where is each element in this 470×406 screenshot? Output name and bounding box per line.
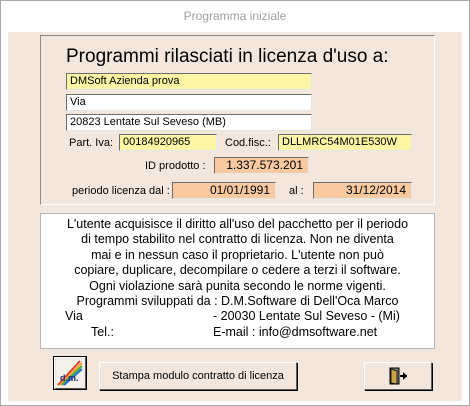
address-field[interactable]: Via — [66, 94, 312, 111]
period-to-field[interactable]: 31/12/2014 — [313, 182, 412, 199]
city-field[interactable]: 20823 Lentate Sul Seveso (MB) — [66, 114, 312, 131]
address-via: Via — [65, 309, 83, 324]
license-line: di tempo stabilito nel contratto di lice… — [81, 232, 394, 247]
window-title: Programma iniziale — [1, 1, 469, 31]
developer-contact-row: Tel.: E-mail : info@dmsoftware.net — [41, 325, 434, 340]
dialog-client-area: Programmi rilasciati in licenza d'uso a:… — [8, 32, 462, 401]
dmsoft-logo-icon: d.m. — [56, 359, 84, 387]
period-to-label: al : — [289, 185, 304, 197]
dmsoft-logo-button[interactable]: d.m. — [53, 356, 87, 390]
email-text: E-mail : info@dmsoftware.net — [213, 324, 378, 339]
license-line: mai e in nessun caso il proprietario. L'… — [91, 247, 384, 262]
company-name-field[interactable]: DMSoft Azienda prova — [66, 73, 312, 90]
developer-address-row: Via - 20030 Lentate Sul Seveso - (Mi) — [41, 309, 434, 324]
exit-door-icon — [389, 367, 407, 385]
piva-field[interactable]: 00184920965 — [119, 134, 217, 151]
page-title: Programmi rilasciati in licenza d'uso a: — [66, 46, 389, 67]
period-from-field[interactable]: 01/01/1991 — [172, 182, 276, 199]
exit-button[interactable] — [364, 362, 432, 390]
logo-text: d.m. — [60, 373, 79, 383]
address-rest: - 20030 Lentate Sul Seveso - (Mi) — [213, 309, 400, 324]
piva-label: Part. Iva: — [69, 137, 114, 149]
print-contract-button[interactable]: Stampa modulo contratto di licenza — [99, 362, 297, 390]
product-id-field[interactable]: 1.337.573.201 — [214, 157, 309, 174]
license-line: Ogni violazione sarà punita secondo le n… — [89, 278, 386, 293]
license-line: copiare, duplicare, decompilare o cedere… — [74, 263, 401, 278]
codfisc-field[interactable]: DLLMRC54M01E530W — [278, 134, 412, 151]
license-line: Programmi sviluppati da : D.M.Software d… — [76, 294, 399, 309]
period-label: periodo licenza dal : — [72, 185, 170, 197]
codfisc-label: Cod.fisc.: — [225, 137, 271, 149]
license-text-box: L'utente acquisisce il diritto all'uso d… — [40, 213, 435, 349]
tel-label: Tel.: — [91, 324, 114, 339]
license-line: L'utente acquisisce il diritto all'uso d… — [66, 217, 409, 231]
product-id-label: ID prodotto : — [145, 160, 206, 172]
license-holder-panel: Programmi rilasciati in licenza d'uso a:… — [40, 35, 435, 205]
app-window: Programma iniziale Programmi rilasciati … — [0, 0, 470, 406]
